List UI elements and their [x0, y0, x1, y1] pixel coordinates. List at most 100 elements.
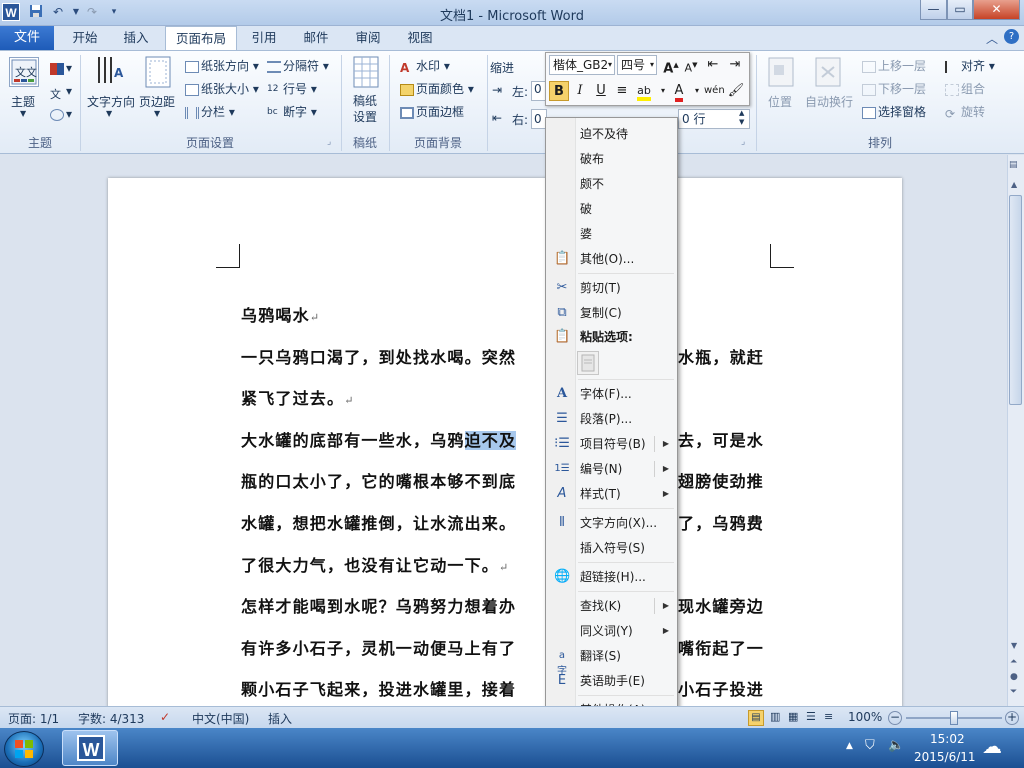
doc-line[interactable]: 了很大力气，也没有让它动一下。↵ — [241, 552, 509, 576]
menu-item-font[interactable]: A 字体(F)... — [548, 383, 675, 405]
page-indicator[interactable]: 页面: 1/1 — [8, 710, 59, 727]
tab-view[interactable]: 视图 — [398, 26, 442, 50]
selected-text[interactable]: 迫不及 — [464, 431, 517, 450]
proofing-icon[interactable]: ✓ — [160, 710, 170, 724]
draft-view-icon[interactable]: ≡ — [824, 710, 833, 723]
menu-item-suggestion[interactable]: 颇不 — [548, 173, 675, 195]
menu-item-paragraph[interactable]: ☰ 段落(P)... — [548, 408, 675, 430]
menu-item-suggestion[interactable]: 破布 — [548, 148, 675, 170]
tab-review[interactable]: 审阅 — [346, 26, 390, 50]
shrink-font-icon[interactable]: A▼ — [681, 55, 701, 75]
themes-dropdown-icon[interactable]: ▼ — [20, 109, 26, 118]
font-color-icon[interactable]: A — [669, 81, 689, 102]
doc-line[interactable]: 瓶的口太小了，它的嘴根本够不到底 — [241, 468, 516, 492]
selection-pane-button[interactable]: 选择窗格 — [862, 103, 926, 120]
tab-page-layout[interactable]: 页面布局 — [165, 26, 237, 51]
italic-button[interactable]: I — [570, 81, 590, 101]
columns-button[interactable]: 分栏 ▾ — [185, 103, 235, 120]
format-painter-icon[interactable]: 🖌 — [726, 81, 746, 101]
show-hidden-icons-icon[interactable]: ▲ — [846, 741, 853, 751]
doc-line[interactable]: 紧飞了过去。↵ — [241, 385, 355, 409]
print-layout-icon[interactable]: ▤ — [748, 710, 764, 726]
next-page-icon[interactable]: ⏷ — [1010, 687, 1017, 697]
wrap-text-button[interactable]: 自动换行 — [805, 93, 853, 110]
wrap-text-icon[interactable] — [815, 57, 841, 90]
menu-item-other[interactable]: 📋 其他(O)... — [548, 248, 675, 270]
outline-view-icon[interactable]: ☰ — [806, 710, 816, 723]
page-color-button[interactable]: 页面颜色 ▾ — [400, 80, 474, 97]
paste-keep-text-icon[interactable] — [577, 351, 599, 375]
zoom-level[interactable]: 100% — [848, 710, 882, 724]
send-backward-button[interactable]: 下移一层 — [862, 80, 926, 97]
tab-insert[interactable]: 插入 — [114, 26, 158, 50]
themes-icon[interactable]: 文文 — [9, 57, 39, 87]
grow-font-icon[interactable]: A▲ — [661, 55, 681, 76]
theme-effects-icon[interactable]: ▾ — [50, 107, 72, 121]
manuscript-icon[interactable] — [352, 55, 380, 92]
orientation-button[interactable]: 纸张方向 ▾ — [185, 57, 259, 74]
align-button[interactable]: 对齐 ▾ — [945, 57, 995, 74]
doc-line-tail[interactable]: 翅膀使劲推 — [678, 468, 764, 492]
volume-icon[interactable]: 🔈 — [888, 738, 904, 753]
menu-item-insert-symbol[interactable]: 插入符号(S) — [548, 537, 675, 559]
theme-fonts-icon[interactable]: 文 ▾ — [50, 84, 72, 101]
line-numbers-button[interactable]: 12 行号 ▾ — [267, 80, 317, 97]
select-browse-object-icon[interactable]: ● — [1010, 672, 1018, 682]
center-align-icon[interactable]: ≡ — [612, 81, 632, 101]
tab-references[interactable]: 引用 — [242, 26, 286, 50]
zoom-in-icon[interactable]: + — [1005, 711, 1019, 725]
menu-item-suggestion[interactable]: 迫不及待 — [548, 123, 675, 145]
breaks-button[interactable]: 分隔符 ▾ — [267, 57, 329, 74]
menu-item-text-direction[interactable]: ⦀ 文字方向(X)... — [548, 512, 675, 534]
doc-line-tail[interactable]: 现水罐旁边 — [678, 593, 764, 617]
position-button[interactable]: 位置 — [768, 93, 792, 110]
doc-line[interactable]: 一只乌鸦口渴了，到处找水喝。突然 — [241, 344, 516, 368]
themes-button[interactable]: 主题 — [11, 93, 35, 110]
doc-line[interactable]: 有许多小石子，灵机一动便马上有了 — [241, 635, 516, 659]
menu-item-english-assistant[interactable]: E 英语助手(E) — [548, 670, 675, 692]
close-button[interactable]: ✕ — [973, 0, 1020, 20]
menu-item-suggestion[interactable]: 破 — [548, 198, 675, 220]
doc-line-tail[interactable]: 了，乌鸦费 — [678, 510, 764, 534]
manuscript-button[interactable]: 稿纸 设置 — [353, 93, 377, 125]
redo-icon[interactable]: ↷ — [84, 4, 100, 20]
doc-line-tail[interactable]: 水瓶，就赶 — [678, 344, 764, 368]
zoom-slider-thumb[interactable] — [950, 711, 958, 725]
clock-time[interactable]: 15:02 — [930, 732, 965, 746]
menu-item-translate[interactable]: a字 翻译(S) — [548, 645, 675, 677]
doc-line[interactable]: 水罐，想把水罐推倒，让水流出来。 — [241, 510, 516, 534]
undo-icon[interactable]: ↶ — [50, 4, 66, 20]
hyphenation-button[interactable]: bc 断字 ▾ — [267, 103, 317, 120]
scroll-down-icon[interactable]: ▼ — [1011, 641, 1017, 650]
phonetic-guide-icon[interactable]: wén — [704, 81, 725, 101]
insert-mode-indicator[interactable]: 插入 — [268, 710, 292, 727]
language-indicator[interactable]: 中文(中国) — [192, 710, 249, 727]
minimize-ribbon-icon[interactable]: ︿ — [986, 30, 998, 47]
doc-line-title[interactable]: 乌鸦喝水↵ — [241, 302, 320, 326]
scroll-up-icon[interactable]: ▲ — [1011, 180, 1017, 189]
menu-item-bullets[interactable]: ⁝☰ 项目符号(B) ▶ — [548, 433, 675, 455]
menu-item-suggestion[interactable]: 婆 — [548, 223, 675, 245]
clock-date[interactable]: 2015/6/11 — [914, 750, 976, 764]
bring-forward-button[interactable]: 上移一层 — [862, 57, 926, 74]
highlight-icon[interactable]: ab — [634, 81, 654, 101]
save-icon[interactable] — [28, 4, 44, 20]
doc-line-tail[interactable]: 小石子投进 — [678, 676, 764, 700]
paragraph-launcher-icon[interactable]: ⌟ — [741, 137, 745, 147]
action-center-icon[interactable]: ⛉ — [865, 738, 875, 753]
menu-item-synonyms[interactable]: 同义词(Y) ▶ — [548, 620, 675, 642]
menu-item-copy[interactable]: ⧉ 复制(C) — [548, 302, 675, 324]
underline-button[interactable]: U — [591, 81, 611, 101]
page-setup-launcher-icon[interactable]: ⌟ — [327, 137, 331, 147]
vertical-scroll-thumb[interactable] — [1009, 195, 1022, 405]
help-icon[interactable]: ? — [1004, 29, 1019, 44]
doc-line-tail[interactable]: 去，可是水 — [678, 427, 764, 451]
margins-button[interactable]: 页边距 — [139, 93, 175, 110]
customize-qat-icon[interactable]: ▾ — [106, 4, 122, 20]
doc-line[interactable]: 怎样才能喝到水呢？乌鸦努力想着办 — [241, 593, 516, 617]
doc-line-tail[interactable]: 嘴衔起了一 — [678, 635, 764, 659]
doc-line[interactable]: 颗小石子飞起来，投进水罐里，接着 — [241, 676, 516, 700]
word-logo-icon[interactable]: W — [2, 3, 20, 21]
windows-start-icon[interactable] — [4, 731, 44, 767]
undo-dropdown-icon[interactable]: ▼ — [68, 4, 84, 20]
